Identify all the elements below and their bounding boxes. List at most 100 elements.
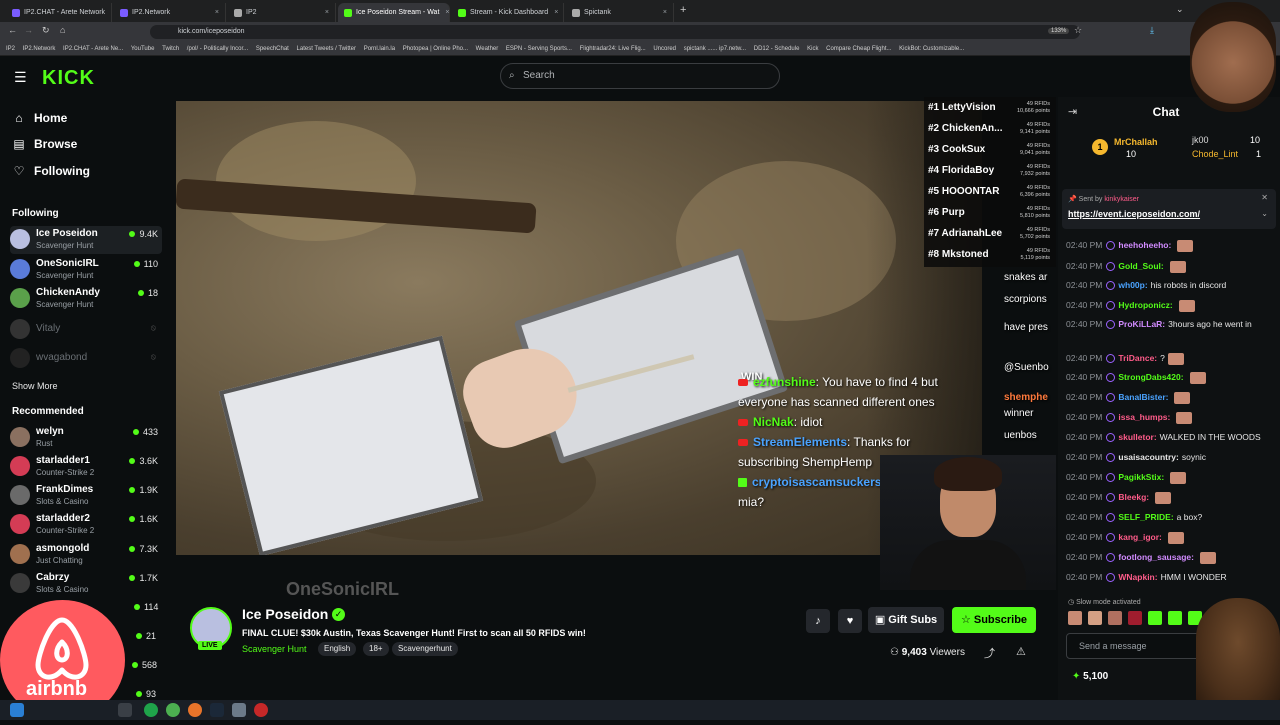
- browser-tab-ip2network[interactable]: IP2.Network ×: [114, 3, 226, 22]
- bookmark-item[interactable]: Weather: [476, 42, 499, 55]
- browser-tab-ice-poseidon[interactable]: Ice Poseidon Stream - Wat ×: [338, 3, 450, 22]
- share-icon[interactable]: ⤴: [984, 645, 995, 661]
- close-icon[interactable]: ×: [319, 9, 329, 16]
- bookmark-item[interactable]: YouTube: [131, 42, 155, 55]
- url-bar[interactable]: kick.com/iceposeidon: [150, 25, 1080, 39]
- reload-icon[interactable]: ↻: [42, 25, 50, 36]
- settings-icon[interactable]: [232, 703, 246, 717]
- bookmark-item[interactable]: Compare Cheap Flight...: [826, 42, 891, 55]
- chat-message[interactable]: 02:40 PM Bleekg:: [1066, 491, 1274, 504]
- nav-browse[interactable]: ▤ Browse: [12, 137, 77, 151]
- menu-icon[interactable]: ☰: [14, 69, 27, 86]
- chat-message[interactable]: 02:40 PM SELF_PRIDE: a box?: [1066, 511, 1274, 523]
- chat-message[interactable]: 02:40 PM issa_humps:: [1066, 411, 1274, 424]
- tag-scavengerhunt[interactable]: Scavengerhunt: [392, 642, 458, 656]
- bookmark-item[interactable]: IP2.Network: [23, 42, 56, 55]
- obs-icon[interactable]: [254, 703, 268, 717]
- recommended-channel-cabrzy[interactable]: Cabrzy Slots & Casino 1.7K: [10, 570, 162, 598]
- download-icon[interactable]: ⤓: [1150, 25, 1154, 36]
- following-channel-vitaly[interactable]: Vitaly ⦸: [10, 316, 162, 344]
- bookmark-item[interactable]: IP2.CHAT - Arete Ne...: [63, 42, 123, 55]
- taskbar-app-icon[interactable]: [118, 703, 132, 717]
- following-channel-wvagabond[interactable]: wvagabond ⦸: [10, 345, 162, 373]
- chat-username[interactable]: BanalBister:: [1118, 392, 1168, 402]
- emote-icon[interactable]: [1128, 611, 1142, 625]
- chat-message[interactable]: 02:40 PM usaisacountry: soynic: [1066, 451, 1274, 463]
- close-icon[interactable]: ×: [105, 9, 111, 16]
- bookmark-item[interactable]: spictank ...... ip7.netw...: [684, 42, 746, 55]
- pinned-link[interactable]: https://event.iceposeidon.com/: [1068, 209, 1200, 219]
- chat-message[interactable]: 02:40 PM Gold_Soul:: [1066, 260, 1274, 273]
- chat-username[interactable]: WNapkin:: [1118, 572, 1157, 582]
- spotify-icon[interactable]: [144, 703, 158, 717]
- chat-username[interactable]: StrongDabs420:: [1118, 372, 1183, 382]
- chevron-down-icon[interactable]: ⌄: [1261, 209, 1268, 218]
- close-icon[interactable]: ×: [548, 9, 558, 16]
- bookmark-item[interactable]: Pornl.lain.la: [364, 42, 395, 55]
- following-channel-chickenandy[interactable]: ChickenAndy Scavenger Hunt 18: [10, 285, 162, 313]
- chat-username[interactable]: Bleekg:: [1118, 492, 1149, 502]
- bookmark-item[interactable]: Flightradar24: Live Flig...: [580, 42, 646, 55]
- nav-home[interactable]: ⌂ Home: [12, 111, 67, 125]
- gift-subs-button[interactable]: ▣ Gift Subs: [868, 607, 944, 633]
- show-more-link[interactable]: Show More: [12, 381, 58, 391]
- chat-message[interactable]: 02:40 PM ProKiLLaR: 3hours ago he went in: [1066, 318, 1274, 330]
- recommended-channel-asmongold[interactable]: asmongold Just Chatting 7.3K: [10, 541, 162, 569]
- chat-message[interactable]: 02:40 PM footlong_sausage:: [1066, 551, 1274, 564]
- chat-message[interactable]: 02:40 PM Hydroponicz:: [1066, 299, 1274, 312]
- close-icon[interactable]: ×: [439, 9, 449, 16]
- home-icon[interactable]: ⌂: [60, 25, 65, 35]
- windows-start-icon[interactable]: [10, 703, 24, 717]
- steam-icon[interactable]: [210, 703, 224, 717]
- chat-username[interactable]: usaisacountry:: [1118, 452, 1178, 462]
- stream-category[interactable]: Scavenger Hunt: [242, 644, 307, 654]
- back-icon[interactable]: ←: [8, 25, 17, 35]
- streamer-name[interactable]: Ice Poseidon: [242, 606, 328, 622]
- chat-message[interactable]: 02:40 PM wh00p: his robots in discord: [1066, 279, 1274, 291]
- bookmark-item[interactable]: Twitch: [162, 42, 179, 55]
- browser-tab-kick-dashboard[interactable]: Stream - Kick Dashboard ×: [452, 3, 564, 22]
- chrome-icon[interactable]: [166, 703, 180, 717]
- emote-icon[interactable]: [1088, 611, 1102, 625]
- following-channel-onesonicirl[interactable]: OneSonicIRL Scavenger Hunt 110: [10, 256, 162, 284]
- search-input[interactable]: ⌕ Search: [500, 63, 780, 89]
- bookmark-item[interactable]: Latest Tweets / Twitter: [297, 42, 356, 55]
- bookmark-item[interactable]: KickBot: Customizable...: [899, 42, 964, 55]
- chat-username[interactable]: issa_humps:: [1118, 412, 1170, 422]
- unpin-icon[interactable]: ✕: [1261, 193, 1268, 202]
- emote-icon[interactable]: [1148, 611, 1162, 625]
- subscribe-button[interactable]: ☆ Subscribe: [952, 607, 1036, 633]
- chat-message[interactable]: 02:40 PM WNapkin: HMM I WONDER: [1066, 571, 1274, 583]
- notification-bell-button[interactable]: ♪: [806, 609, 830, 633]
- star-icon[interactable]: ☆: [1074, 25, 1082, 36]
- tag-english[interactable]: English: [318, 642, 357, 656]
- browser-tab-spictank[interactable]: Spictank ×: [566, 3, 674, 22]
- chat-message[interactable]: 02:40 PM TriDance:?: [1066, 352, 1274, 365]
- chat-username[interactable]: TriDance:: [1118, 353, 1157, 363]
- bookmark-item[interactable]: /pol/ - Politically Incor...: [187, 42, 248, 55]
- chat-username[interactable]: ProKiLLaR:: [1118, 319, 1165, 329]
- emote-icon[interactable]: [1168, 611, 1182, 625]
- tag-18plus[interactable]: 18+: [363, 642, 389, 656]
- chevron-down-icon[interactable]: ⌄: [1176, 4, 1184, 15]
- firefox-icon[interactable]: [188, 703, 202, 717]
- recommended-channel-starladder2[interactable]: starladder2 Counter-Strike 2 1.6K: [10, 511, 162, 539]
- chat-username[interactable]: skulletor:: [1118, 432, 1156, 442]
- bookmark-item[interactable]: IP2: [6, 42, 15, 55]
- bookmark-item[interactable]: DD12 - Schedule: [754, 42, 800, 55]
- report-icon[interactable]: ⚠: [1016, 645, 1026, 658]
- chat-username[interactable]: Gold_Soul:: [1118, 261, 1163, 271]
- recommended-channel-frankdimes[interactable]: FrankDimes Slots & Casino 1.9K: [10, 482, 162, 510]
- new-tab-button[interactable]: +: [680, 4, 686, 16]
- close-icon[interactable]: ×: [657, 9, 667, 16]
- chat-message[interactable]: 02:40 PM BanalBister:: [1066, 391, 1274, 404]
- chat-message[interactable]: 02:40 PM PagikkStix:: [1066, 471, 1274, 484]
- bookmark-item[interactable]: ESPN - Serving Sports...: [506, 42, 572, 55]
- emote-icon[interactable]: [1068, 611, 1082, 625]
- zoom-badge[interactable]: 133%: [1048, 28, 1070, 34]
- bookmark-item[interactable]: Photopea | Online Pho...: [403, 42, 468, 55]
- recommended-channel-starladder1[interactable]: starladder1 Counter-Strike 2 3.6K: [10, 453, 162, 481]
- pinned-message[interactable]: 📌 Sent by kinkykaiser https://event.icep…: [1062, 189, 1276, 229]
- chat-username[interactable]: Hydroponicz:: [1118, 300, 1172, 310]
- chat-username[interactable]: wh00p:: [1118, 280, 1147, 290]
